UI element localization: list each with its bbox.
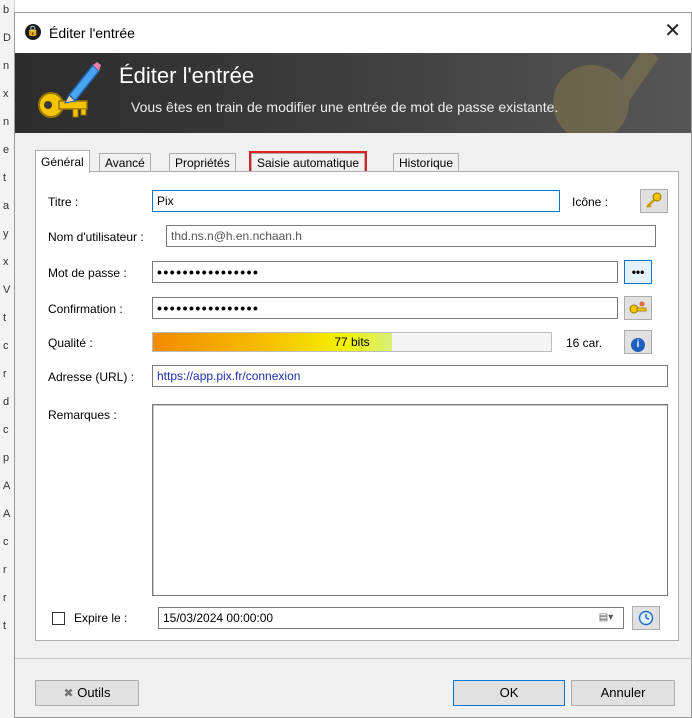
tab-properties[interactable]: Propriétés <box>169 153 236 172</box>
title-bar: 🔒 Éditer l'entrée ✕ <box>15 13 691 53</box>
quality-label: Qualité : <box>48 336 93 350</box>
toggle-password-visibility-button[interactable]: ••• <box>624 260 652 284</box>
clock-icon <box>638 610 654 626</box>
url-label: Adresse (URL) : <box>48 370 135 384</box>
background-text-fragment: c <box>3 340 9 352</box>
background-text-fragment: e <box>3 144 10 156</box>
background-text-fragment: b <box>3 4 10 16</box>
background-text-fragment: A <box>3 508 11 520</box>
username-label: Nom d'utilisateur : <box>48 230 144 244</box>
background-text-fragment: x <box>3 256 9 268</box>
tools-icon: ✖ <box>63 686 74 700</box>
quality-bits: 77 bits <box>334 335 370 349</box>
key-pencil-icon <box>38 62 101 118</box>
background-text-fragment: d <box>3 396 10 408</box>
edit-entry-dialog: 🔒 Éditer l'entrée ✕ Éditer l'entrée Vous… <box>14 12 692 718</box>
lock-icon: 🔒 <box>25 24 41 40</box>
footer-separator <box>15 658 691 659</box>
general-tab-panel: Titre : Pix Icône : Nom d'utilisateur : … <box>35 171 679 641</box>
expires-label: Expire le : <box>74 611 128 625</box>
background-text-fragment: D <box>3 32 11 44</box>
background-text-fragment: r <box>3 368 7 380</box>
background-text-fragment: t <box>3 312 7 324</box>
expiry-presets-button[interactable] <box>632 606 660 630</box>
info-icon: i <box>631 338 645 352</box>
header-banner: Éditer l'entrée Vous êtes en train de mo… <box>15 53 691 133</box>
background-window-strip: b Dn x n e t a y x Vt c r d c p A Ac r r t <box>0 0 15 718</box>
background-text-fragment: V <box>3 284 11 296</box>
background-text-fragment: n <box>3 116 10 128</box>
quality-info-button[interactable]: i <box>624 330 652 354</box>
banner-title: Éditer l'entrée <box>119 63 255 88</box>
background-text-fragment: c <box>3 424 9 436</box>
username-input[interactable]: thd.ns.n@h.en.nchaan.h <box>166 225 656 247</box>
generate-password-button[interactable] <box>624 296 652 320</box>
expires-checkbox[interactable] <box>52 612 65 625</box>
expires-date-input[interactable]: 15/03/2024 00:00:00 ▤▾ <box>158 607 624 629</box>
icon-label: Icône : <box>572 195 609 209</box>
background-text-fragment: A <box>3 480 11 492</box>
background-text-fragment: t <box>3 620 7 632</box>
notes-label: Remarques : <box>48 408 117 422</box>
notes-textarea[interactable] <box>152 404 668 596</box>
calendar-dropdown-icon[interactable]: ▤▾ <box>591 609 621 627</box>
window-title: Éditer l'entrée <box>49 25 135 41</box>
key-icon <box>646 192 662 208</box>
background-text-fragment: x <box>3 88 9 100</box>
key-generator-icon <box>629 301 647 314</box>
background-text-fragment: n <box>3 60 10 72</box>
tools-button[interactable]: ✖ Outils <box>35 680 139 706</box>
confirm-label: Confirmation : <box>48 302 123 316</box>
character-count: 16 car. <box>566 336 603 350</box>
tab-auto-type[interactable]: Saisie automatique <box>248 151 368 174</box>
ok-button[interactable]: OK <box>453 680 565 706</box>
banner-subtitle: Vous êtes en train de modifier une entré… <box>131 99 559 115</box>
tab-advanced[interactable]: Avancé <box>99 153 151 172</box>
password-label: Mot de passe : <box>48 266 127 280</box>
background-text-fragment: r <box>3 592 7 604</box>
close-button[interactable]: ✕ <box>664 21 681 41</box>
icon-picker-button[interactable] <box>640 189 668 213</box>
title-label: Titre : <box>48 195 79 209</box>
tools-button-label: Outils <box>77 685 111 700</box>
background-text-fragment: r <box>3 564 7 576</box>
tab-general[interactable]: Général <box>35 150 90 173</box>
tab-history[interactable]: Historique <box>393 153 460 172</box>
banner-decoration-icon <box>553 53 659 133</box>
background-text-fragment: p <box>3 452 10 464</box>
cancel-button[interactable]: Annuler <box>571 680 675 706</box>
background-text-fragment: t <box>3 172 7 184</box>
confirm-input[interactable]: •••••••••••••••• <box>152 297 618 319</box>
background-text-fragment: y <box>3 228 9 240</box>
quality-meter: 77 bits <box>152 332 552 352</box>
url-input[interactable]: https://app.pix.fr/connexion <box>152 365 668 387</box>
background-text-fragment: c <box>3 536 9 548</box>
password-input[interactable]: •••••••••••••••• <box>152 261 618 283</box>
expires-date-value: 15/03/2024 00:00:00 <box>163 611 274 625</box>
title-input[interactable]: Pix <box>152 190 560 212</box>
background-text-fragment: a <box>3 200 10 212</box>
